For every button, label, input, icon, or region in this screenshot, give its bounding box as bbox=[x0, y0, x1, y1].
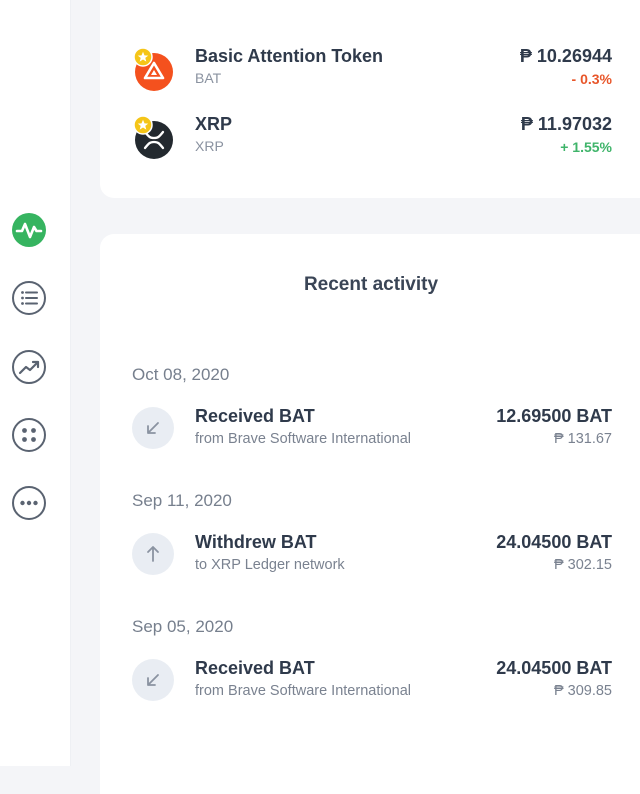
asset-row-bat[interactable]: Basic Attention Token BAT ₱ 10.26944 - 0… bbox=[100, 40, 640, 100]
activity-date: Oct 08, 2020 bbox=[132, 365, 230, 384]
nav-list[interactable] bbox=[11, 280, 47, 316]
activity-type-icon bbox=[132, 407, 174, 449]
activity-type-icon bbox=[132, 533, 174, 575]
asset-change: + 1.55% bbox=[560, 139, 612, 155]
activity-amount: 12.69500 BAT bbox=[496, 406, 612, 426]
activity-title: Received BAT bbox=[195, 658, 315, 678]
activity-date: Sep 05, 2020 bbox=[132, 617, 234, 636]
bat-logo bbox=[132, 47, 176, 91]
asset-row-xrp[interactable]: XRP XRP ₱ 11.97032 + 1.55% bbox=[100, 108, 640, 168]
asset-symbol: BAT bbox=[195, 70, 222, 86]
arrow-down-left-icon bbox=[147, 422, 159, 434]
activity-amount: 24.04500 BAT bbox=[496, 532, 612, 552]
activity-type-icon bbox=[132, 659, 174, 701]
xrp-logo-icon bbox=[133, 115, 173, 159]
nav-more[interactable] bbox=[11, 485, 47, 521]
sidebar bbox=[0, 0, 71, 766]
activity-row[interactable]: Received BAT from Brave Software Interna… bbox=[100, 404, 640, 454]
section-title: Recent activity bbox=[303, 274, 439, 295]
activity-subtitle: to XRP Ledger network bbox=[195, 557, 345, 573]
bat-logo-icon bbox=[133, 47, 173, 91]
nav-apps[interactable] bbox=[11, 417, 47, 453]
asset-price: ₱ 10.26944 bbox=[519, 46, 612, 66]
activity-fiat: ₱ 131.67 bbox=[553, 431, 612, 447]
asset-symbol: XRP bbox=[195, 138, 224, 154]
arrow-down-left-icon bbox=[147, 674, 159, 686]
more-icon bbox=[12, 486, 46, 520]
activity-fiat: ₱ 302.15 bbox=[553, 557, 612, 573]
asset-price: ₱ 11.97032 bbox=[520, 114, 612, 134]
apps-grid-icon bbox=[12, 418, 46, 452]
activity-icon bbox=[12, 213, 46, 247]
activity-row[interactable]: Withdrew BAT to XRP Ledger network 24.04… bbox=[100, 530, 640, 580]
nav-trending[interactable] bbox=[11, 349, 47, 385]
activity-subtitle: from Brave Software International bbox=[195, 683, 411, 699]
asset-change: - 0.3% bbox=[571, 71, 612, 87]
activity-amount: 24.04500 BAT bbox=[496, 658, 612, 678]
xrp-logo bbox=[132, 115, 176, 159]
activity-row[interactable]: Received BAT from Brave Software Interna… bbox=[100, 656, 640, 706]
recent-activity-card: Recent activity Oct 08, 2020 Received BA… bbox=[100, 234, 640, 794]
asset-name: Basic Attention Token bbox=[195, 46, 384, 66]
trending-up-icon bbox=[12, 350, 46, 384]
arrow-up-icon bbox=[147, 546, 159, 562]
activity-date: Sep 11, 2020 bbox=[132, 491, 232, 510]
nav-activity[interactable] bbox=[11, 212, 47, 248]
asset-name: XRP bbox=[195, 114, 233, 134]
list-icon bbox=[12, 281, 46, 315]
activity-fiat: ₱ 309.85 bbox=[553, 683, 612, 699]
assets-card: Basic Attention Token BAT ₱ 10.26944 - 0… bbox=[100, 0, 640, 198]
activity-title: Received BAT bbox=[195, 406, 315, 426]
activity-subtitle: from Brave Software International bbox=[195, 431, 411, 447]
activity-title: Withdrew BAT bbox=[195, 532, 317, 552]
